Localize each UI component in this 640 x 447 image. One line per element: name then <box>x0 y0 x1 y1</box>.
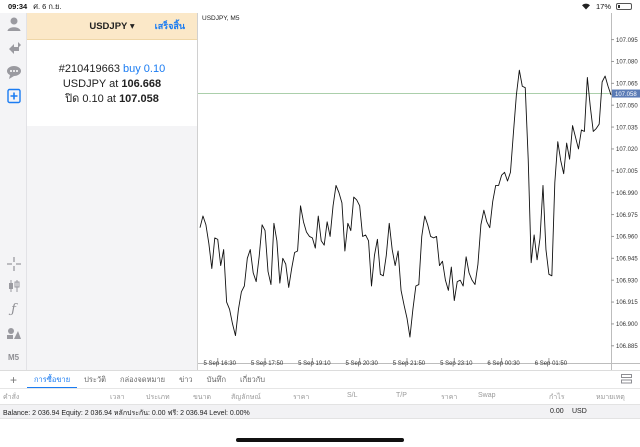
status-time: 09:34 <box>8 2 28 11</box>
account-currency: USD <box>572 408 587 415</box>
y-tick-label: 107.020 <box>616 147 638 153</box>
tab-0[interactable]: การซื้อขาย <box>27 371 78 389</box>
home-indicator <box>236 438 404 442</box>
x-tick-label: 5 Sep 21:50 <box>393 361 426 367</box>
x-tick-label: 5 Sep 20:30 <box>345 361 378 367</box>
wifi-icon <box>581 2 591 12</box>
y-tick-label: 106.915 <box>616 300 638 306</box>
y-tick-label: 106.885 <box>616 344 638 350</box>
order-details: #210419663 buy 0.10 USDJPY at 106.668 ปิ… <box>27 40 197 107</box>
order-type: buy 0.10 <box>123 63 166 75</box>
terminal-tabs: + การซื้อขาย ประวัติ กล่องจดหมาย ข่าว บันทึก… <box>0 370 640 389</box>
price-series-line <box>199 69 612 338</box>
current-price-label: 107.058 <box>615 92 637 98</box>
left-toolbar: ƒ M5 <box>0 13 27 370</box>
new-order-icon[interactable] <box>5 87 22 104</box>
y-tick-label: 106.975 <box>616 213 638 219</box>
candles-icon[interactable] <box>5 277 22 294</box>
x-tick-label: 5 Sep 16:30 <box>204 361 237 367</box>
tab-5[interactable]: เกี่ยวกับ <box>233 371 272 389</box>
column-header: ราคา <box>441 394 458 401</box>
objects-icon[interactable] <box>5 324 22 341</box>
y-tick-label: 107.035 <box>616 125 638 131</box>
column-header: สัญลักษณ์ <box>231 394 261 401</box>
chat-icon[interactable] <box>5 63 22 80</box>
total-profit: 0.00 <box>550 408 564 415</box>
trade-icon[interactable] <box>5 39 22 56</box>
add-icon[interactable]: + <box>0 373 27 387</box>
chart-canvas[interactable]: 107.095 107.080 107.065 107.050 107.035 107.0… <box>198 13 640 370</box>
battery-percent: 17% <box>595 2 611 11</box>
tab-4[interactable]: บันทึก <box>200 371 233 389</box>
column-header: S/L <box>347 392 358 399</box>
x-tick-label: 5 Sep 19:10 <box>298 361 331 367</box>
open-price: 106.668 <box>121 78 162 90</box>
chart-symbol-label: USDJPY, M5 <box>202 15 240 22</box>
columns-settings-icon[interactable] <box>621 373 632 386</box>
tab-2[interactable]: กล่องจดหมาย <box>113 371 172 389</box>
close-price: 107.058 <box>119 93 159 105</box>
order-id: #210419663 <box>58 63 120 75</box>
tab-3[interactable]: ข่าว <box>172 371 200 389</box>
y-tick-label: 107.050 <box>616 103 638 109</box>
column-header: Swap <box>478 392 496 399</box>
status-bar: 09:34 ศ. 6 ก.ย. 17% <box>0 0 640 13</box>
column-header: คำสั่ง <box>3 394 20 401</box>
y-tick-label: 107.095 <box>616 38 638 44</box>
panel-empty-area <box>27 126 197 370</box>
order-line-2: USDJPY at 106.668 <box>27 77 197 92</box>
column-header: ราคา <box>293 394 310 401</box>
price-chart[interactable]: USDJPY, M5 107.095 107.080 107.065 107.050 1… <box>197 13 640 370</box>
trade-table-header: คำสั่ง เวลา ประเภท ขนาด สัญลักษณ์ ราคา S/L T/P ร… <box>0 388 640 402</box>
x-tick-label: 5 Sep 23:10 <box>440 361 473 367</box>
tab-list: การซื้อขาย ประวัติ กล่องจดหมาย ข่าว บันทึก เก… <box>27 371 272 389</box>
open-label: USDJPY at <box>62 78 119 90</box>
y-tick-label: 106.930 <box>616 278 638 284</box>
x-tick-label: 6 Sep 01:50 <box>535 361 568 367</box>
x-tick-label: 5 Sep 17:50 <box>251 361 284 367</box>
done-button[interactable]: เสร็จสิ้น <box>155 19 185 33</box>
close-label: ปิด 0.10 at <box>65 93 116 105</box>
timeframe-button[interactable]: M5 <box>5 349 22 366</box>
y-tick-label: 107.005 <box>616 169 638 175</box>
column-header: T/P <box>396 392 407 399</box>
balance-row: Balance: 2 036.94 Equity: 2 036.94 หลักป… <box>0 404 640 419</box>
order-panel-header: USDJPY ▾ เสร็จสิ้น <box>27 13 197 40</box>
y-tick-label: 106.945 <box>616 257 638 263</box>
function-icon[interactable]: ƒ <box>5 301 22 318</box>
column-header: หมายเหตุ <box>596 394 625 401</box>
y-tick-label: 106.990 <box>616 191 638 197</box>
y-tick-label: 107.065 <box>616 82 638 88</box>
x-tick-label: 6 Sep 00:30 <box>487 361 520 367</box>
column-header: กำไร <box>549 394 565 401</box>
column-header: ประเภท <box>146 394 170 401</box>
y-tick-label: 107.080 <box>616 60 638 66</box>
y-tick-label: 106.960 <box>616 235 638 241</box>
column-header: เวลา <box>110 394 125 401</box>
account-summary: Balance: 2 036.94 Equity: 2 036.94 หลักป… <box>3 410 250 417</box>
order-panel: USDJPY ▾ เสร็จสิ้น #210419663 buy 0.10 U… <box>27 13 197 126</box>
battery-icon <box>616 3 632 10</box>
status-date: ศ. 6 ก.ย. <box>33 1 62 11</box>
tab-1[interactable]: ประวัติ <box>77 371 113 389</box>
order-line-3: ปิด 0.10 at 107.058 <box>27 92 197 107</box>
y-tick-label: 106.900 <box>616 322 638 328</box>
order-line-1: #210419663 buy 0.10 <box>27 62 197 77</box>
column-header: ขนาด <box>193 394 212 401</box>
crosshair-icon[interactable] <box>5 255 22 272</box>
account-icon[interactable] <box>5 15 22 32</box>
